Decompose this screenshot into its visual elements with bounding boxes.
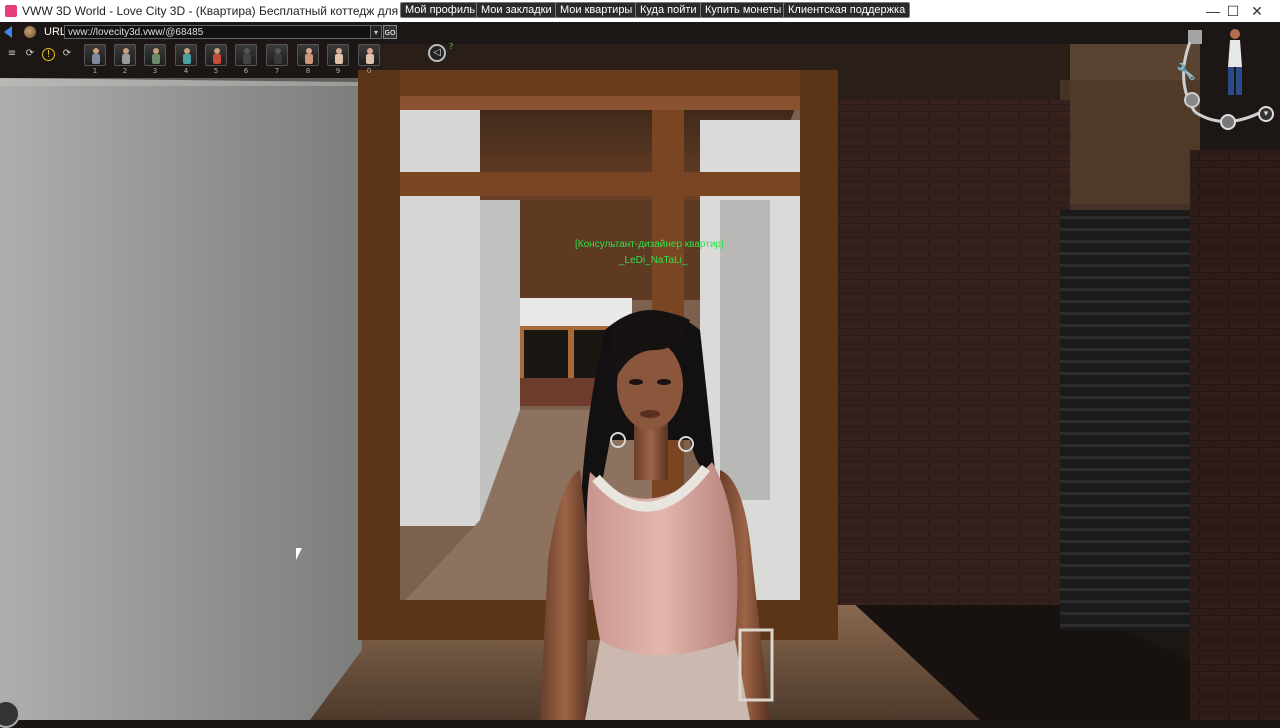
avatar-name-label[interactable]: _LeDi_NaTaLi_: [619, 255, 687, 266]
gesture-number: 9: [335, 67, 341, 75]
avatar-preview-widget[interactable]: 🔧 ▾: [1170, 22, 1280, 137]
gesture-number: 3: [152, 67, 158, 75]
gesture-number: 5: [213, 67, 219, 75]
gesture-number: 6: [243, 67, 249, 75]
customer-support-button[interactable]: Клиентская поддержка: [783, 2, 911, 18]
wrench-icon[interactable]: 🔧: [1176, 62, 1196, 81]
gesture-number: 1: [92, 67, 98, 75]
scroll-down-icon[interactable]: ▾: [1258, 106, 1274, 122]
my-bookmarks-button[interactable]: Мои закладки: [476, 2, 557, 18]
3d-viewport[interactable]: [0, 22, 1280, 720]
gesture-slot-3[interactable]: [144, 44, 166, 66]
globe-icon: [24, 26, 36, 38]
scene-render: [0, 22, 1280, 720]
mouse-cursor-icon: [296, 548, 302, 560]
help-icon[interactable]: ?: [449, 42, 453, 51]
gesture-slot-8[interactable]: [297, 44, 319, 66]
gesture-slot-1[interactable]: [84, 44, 106, 66]
gesture-number: 4: [183, 67, 189, 75]
avatar-settings-icon[interactable]: [1220, 114, 1236, 130]
gesture-number: 0: [366, 67, 372, 75]
url-dropdown-icon[interactable]: ▾: [370, 25, 382, 39]
gesture-slot-6[interactable]: [235, 44, 257, 66]
forward-icon[interactable]: ⟳: [61, 48, 73, 60]
gesture-slot-7[interactable]: [266, 44, 288, 66]
gesture-number: 8: [305, 67, 311, 75]
close-button[interactable]: ✕: [1234, 0, 1280, 22]
url-input[interactable]: vww://lovecity3d.vww/@68485: [64, 25, 372, 39]
my-profile-button[interactable]: Мой профиль: [400, 2, 481, 18]
avatar-role-label: [Консультант-дизайнер квартир]: [575, 239, 724, 250]
gesture-slot-9[interactable]: [327, 44, 349, 66]
gesture-number: 2: [122, 67, 128, 75]
gesture-number: 7: [274, 67, 280, 75]
where-to-go-button[interactable]: Куда пойти: [635, 2, 702, 18]
go-button[interactable]: GO: [383, 25, 397, 39]
gesture-slot-2[interactable]: [114, 44, 136, 66]
buy-coins-button[interactable]: Купить монеты: [700, 2, 787, 18]
app-icon: [5, 5, 17, 17]
camera-icon[interactable]: [1184, 92, 1200, 108]
gesture-slot-4[interactable]: [175, 44, 197, 66]
gesture-slot-10[interactable]: [358, 44, 380, 66]
refresh-icon[interactable]: ⟳: [24, 48, 36, 60]
gesture-slot-5[interactable]: [205, 44, 227, 66]
menu-icon[interactable]: ≡: [6, 48, 18, 60]
my-apartments-button[interactable]: Мои квартиры: [555, 2, 638, 18]
navigation-circle-icon[interactable]: ◁: [428, 44, 446, 62]
info-icon[interactable]: !: [42, 48, 55, 61]
back-arrow-icon[interactable]: [4, 26, 12, 38]
